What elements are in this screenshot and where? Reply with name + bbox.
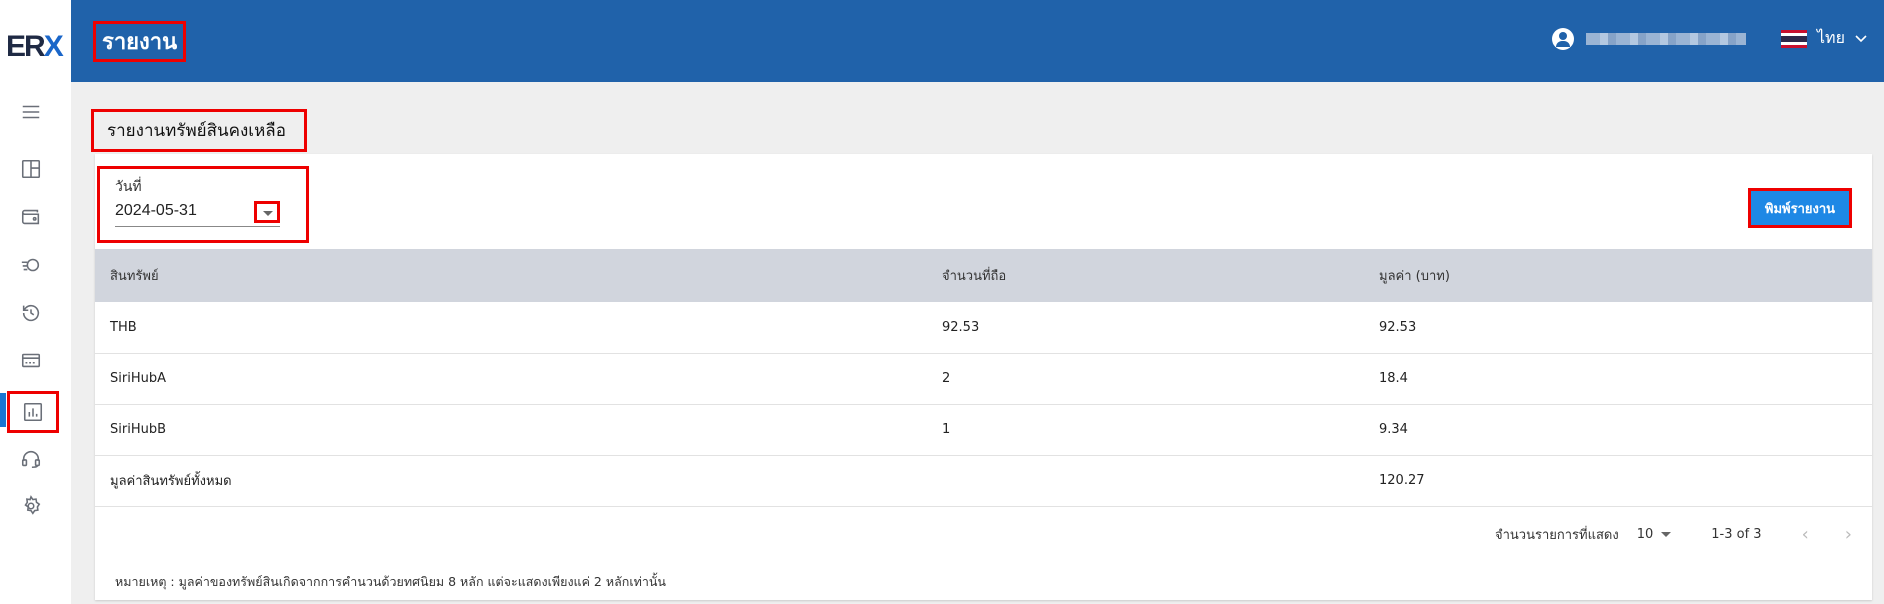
table-row: THB 92.53 92.53 <box>95 302 1872 353</box>
date-dropdown-button[interactable] <box>254 201 280 223</box>
erx-logo[interactable]: ERX <box>6 30 64 64</box>
asset-cell: THB <box>110 319 137 335</box>
report-title: รายงานทรัพย์สินคงเหลือ <box>91 109 307 152</box>
total-value-cell: 120.27 <box>1379 473 1425 488</box>
asset-cell: SiriHubB <box>110 422 167 437</box>
caret-down-icon <box>1661 532 1672 537</box>
column-header-quantity[interactable]: จำนวนที่ถือ <box>927 249 1364 302</box>
language-selector[interactable]: ไทย <box>1781 26 1867 51</box>
rows-per-page-select[interactable]: 10 <box>1637 527 1672 542</box>
quantity-cell <box>927 455 1364 506</box>
menu-icon[interactable] <box>18 99 44 125</box>
chevron-down-icon <box>1855 34 1867 42</box>
value-cell: 9.34 <box>1379 422 1408 437</box>
logo-text-right: X <box>43 30 64 63</box>
history-icon[interactable] <box>18 300 44 326</box>
user-menu[interactable] <box>1552 28 1746 50</box>
table-row: SiriHubB 1 9.34 <box>95 404 1872 455</box>
account-circle-icon <box>1552 28 1574 50</box>
asset-cell: SiriHubA <box>110 371 166 386</box>
assets-table: สินทรัพย์ จำนวนที่ถือ มูลค่า (บาท) THB 9… <box>95 249 1872 507</box>
user-name-redacted <box>1586 33 1746 45</box>
quantity-cell: 2 <box>942 371 951 386</box>
wallet-icon[interactable] <box>18 204 44 230</box>
date-label: วันที่ <box>115 179 142 195</box>
total-label-cell: มูลค่าสินทรัพย์ทั้งหมด <box>110 474 232 489</box>
pagination-range: 1-3 of 3 <box>1711 527 1762 542</box>
transfer-icon[interactable] <box>18 252 44 278</box>
settings-icon[interactable] <box>18 493 44 519</box>
report-icon[interactable] <box>7 391 59 433</box>
table-total-row: มูลค่าสินทรัพย์ทั้งหมด 120.27 <box>95 455 1872 506</box>
column-header-value[interactable]: มูลค่า (บาท) <box>1364 249 1872 302</box>
active-indicator <box>0 393 6 427</box>
footnote: หมายเหตุ : มูลค่าของทรัพย์สินเกิดจากการค… <box>115 574 666 589</box>
language-label: ไทย <box>1817 28 1845 47</box>
column-header-asset[interactable]: สินทรัพย์ <box>95 249 927 302</box>
prev-page-icon[interactable]: ‹ <box>1802 524 1809 545</box>
thai-flag-icon <box>1781 29 1807 48</box>
sidebar: ERX <box>0 0 71 604</box>
next-page-icon[interactable]: › <box>1845 524 1852 545</box>
value-cell: 18.4 <box>1379 371 1408 386</box>
logo-text-left: ER <box>6 30 46 63</box>
page-header-title: รายงาน <box>93 21 187 62</box>
table-header-row: สินทรัพย์ จำนวนที่ถือ มูลค่า (บาท) <box>95 249 1872 302</box>
quantity-cell: 92.53 <box>942 319 980 335</box>
rows-per-page-value: 10 <box>1636 527 1654 542</box>
dashboard-icon[interactable] <box>18 156 44 182</box>
support-icon[interactable] <box>18 446 44 472</box>
date-input[interactable]: 2024-05-31 <box>115 202 197 220</box>
value-cell: 92.53 <box>1379 319 1417 335</box>
card-icon[interactable] <box>18 347 44 373</box>
pagination: จำนวนรายการที่แสดง 10 1-3 of 3 ‹ › <box>1495 524 1852 545</box>
table-row: SiriHubA 2 18.4 <box>95 353 1872 404</box>
rows-per-page-label: จำนวนรายการที่แสดง <box>1495 528 1619 543</box>
top-header: รายงาน ไทย <box>71 0 1884 82</box>
quantity-cell: 1 <box>942 422 951 437</box>
date-input-underline <box>115 226 280 227</box>
print-report-button[interactable]: พิมพ์รายงาน <box>1748 188 1852 228</box>
